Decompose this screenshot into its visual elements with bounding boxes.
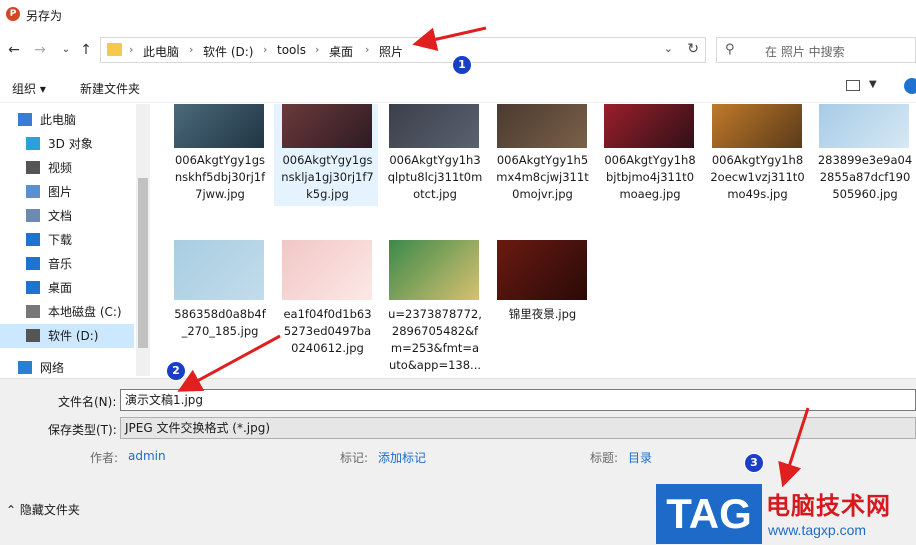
annotation-arrows bbox=[177, 26, 810, 488]
arrow-to-breadcrumb bbox=[412, 26, 487, 52]
annotation-marker-2: 2 bbox=[166, 361, 186, 381]
arrow-to-filename bbox=[177, 334, 281, 392]
watermark-site-name: 电脑技术网 bbox=[766, 492, 891, 520]
annotation-marker-1: 1 bbox=[452, 55, 472, 75]
annotation-marker-3: 3 bbox=[744, 453, 764, 473]
watermark: TAG 电脑技术网 www.tagxp.com bbox=[656, 484, 916, 544]
arrow-to-save bbox=[778, 407, 810, 488]
watermark-url: www.tagxp.com bbox=[768, 522, 867, 538]
watermark-tag-logo: TAG bbox=[656, 484, 762, 544]
